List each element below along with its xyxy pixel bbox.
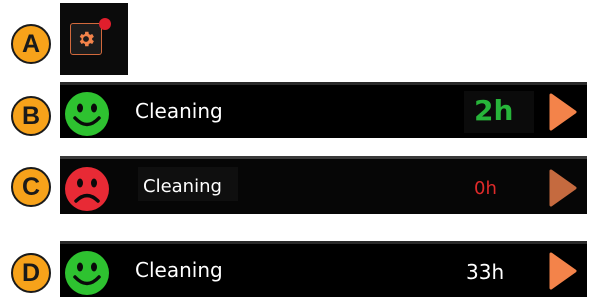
smiley-happy-icon bbox=[65, 251, 109, 295]
row-label: Cleaning bbox=[143, 176, 222, 197]
settings-panel bbox=[60, 3, 128, 75]
badge-a: A bbox=[11, 24, 51, 64]
play-arrow-icon[interactable] bbox=[547, 251, 579, 291]
badge-b: B bbox=[11, 96, 51, 136]
smiley-sad-icon bbox=[65, 167, 109, 211]
row-value: 2h bbox=[474, 94, 514, 127]
settings-button[interactable] bbox=[70, 23, 102, 55]
status-row-c[interactable]: Cleaning 0h bbox=[60, 156, 587, 214]
badge-c-label: C bbox=[21, 172, 41, 201]
status-row-b[interactable]: Cleaning 2h bbox=[60, 82, 587, 138]
row-label: Cleaning bbox=[135, 258, 223, 282]
row-label: Cleaning bbox=[135, 99, 223, 123]
badge-b-label: B bbox=[21, 101, 41, 130]
play-arrow-icon[interactable] bbox=[547, 92, 579, 132]
badge-c: C bbox=[11, 167, 51, 207]
badge-d-label: D bbox=[21, 258, 41, 287]
badge-a-label: A bbox=[21, 29, 41, 58]
badge-d: D bbox=[11, 253, 51, 293]
status-row-d[interactable]: Cleaning 33h bbox=[60, 241, 587, 297]
smiley-happy-icon bbox=[65, 92, 109, 136]
row-value: 33h bbox=[466, 260, 505, 284]
notification-dot bbox=[99, 18, 111, 30]
gear-icon bbox=[79, 31, 94, 47]
row-value: 0h bbox=[474, 178, 497, 199]
play-arrow-icon[interactable] bbox=[547, 168, 579, 208]
